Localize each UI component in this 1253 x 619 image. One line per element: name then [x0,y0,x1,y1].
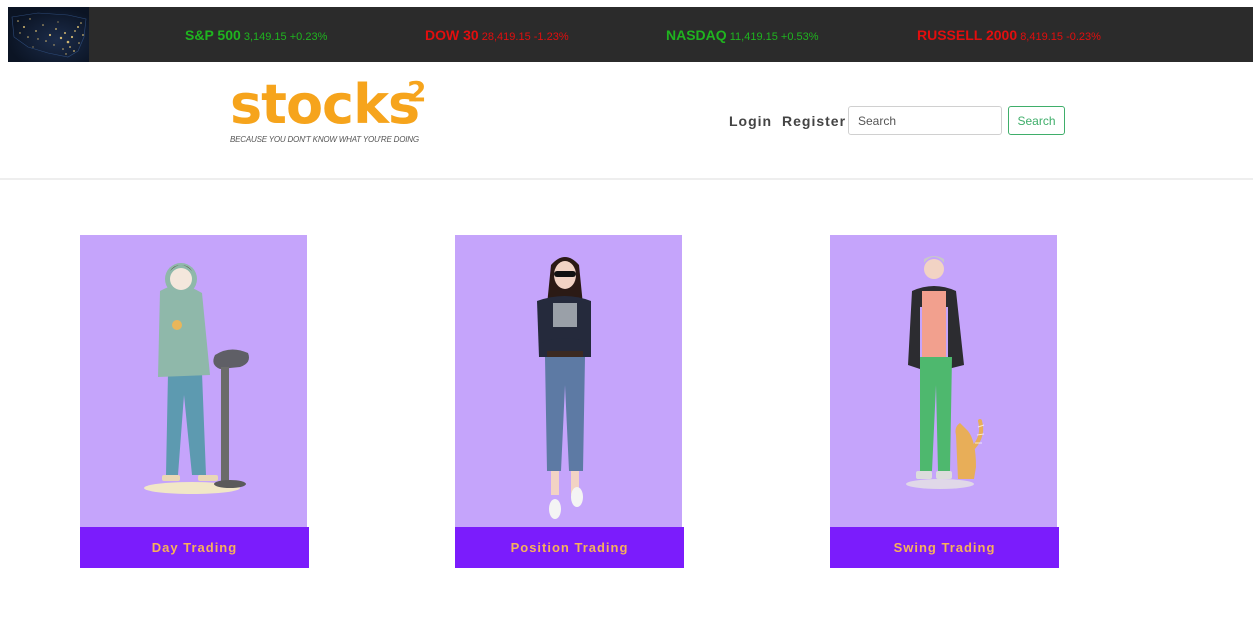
card-illustration [80,235,307,527]
ticker-change: -1.23% [533,31,569,43]
ticker-item-sp500[interactable]: S&P 500 3,149.15 +0.23% [185,27,327,43]
search-input[interactable] [848,106,1002,135]
site-logo[interactable]: stocks 2 BECAUSE YOU DON'T KNOW WHAT YOU… [230,73,430,146]
ticker-name: DOW 30 [425,27,479,43]
ticker-name: RUSSELL 2000 [917,27,1018,43]
night-map-thumbnail [8,7,89,62]
ticker-item-russell2000[interactable]: RUSSELL 2000 8,419.15 -0.23% [917,27,1101,43]
ticker-change: -0.23% [1066,31,1101,43]
logo-wordmark: stocks [230,73,420,136]
card-illustration [830,235,1057,527]
register-link[interactable]: Register [782,113,846,129]
card-position-trading[interactable]: Position Trading [455,235,684,568]
card-label: Position Trading [455,527,684,568]
ticker-bar: S&P 500 3,149.15 +0.23% DOW 30 28,419.15… [8,7,1253,62]
ticker-item-nasdaq[interactable]: NASDAQ 11,419.15 +0.53% [666,27,819,43]
card-label: Day Trading [80,527,309,568]
woman-with-sunglasses-illustration [537,257,591,519]
man-with-cat-illustration [906,256,985,489]
ticker-change: +0.53% [780,31,819,43]
search-button[interactable]: Search [1008,106,1065,135]
ticker-change: +0.23% [289,31,328,43]
site-header: stocks 2 BECAUSE YOU DON'T KNOW WHAT YOU… [0,62,1253,180]
ticker-value: 3,149.15 [243,31,287,43]
ticker-value: 28,419.15 [481,31,531,43]
ticker-name: S&P 500 [185,27,241,43]
login-link[interactable]: Login [729,113,772,129]
person-in-hoodie-illustration [144,263,249,494]
card-illustration [455,235,682,527]
ticker-name: NASDAQ [666,27,727,43]
card-label: Swing Trading [830,527,1059,568]
ticker-value: 11,419.15 [729,31,778,43]
ticker-item-dow30[interactable]: DOW 30 28,419.15 -1.23% [425,27,569,43]
card-swing-trading[interactable]: Swing Trading [830,235,1059,568]
logo-superscript: 2 [407,75,427,108]
logo-tagline: BECAUSE YOU DON'T KNOW WHAT YOU'RE DOING [230,135,419,144]
card-day-trading[interactable]: Day Trading [80,235,309,568]
ticker-value: 8,419.15 [1020,31,1064,43]
